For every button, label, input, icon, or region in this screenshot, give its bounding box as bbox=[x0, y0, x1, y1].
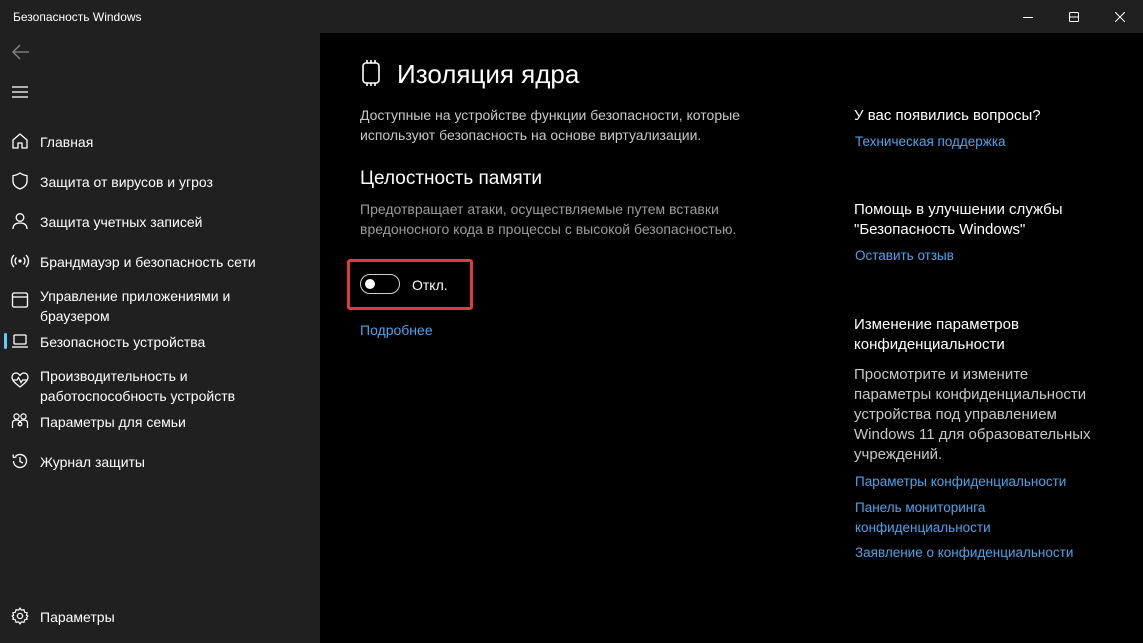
privacy-heading: Изменение параметров конфиденциальности bbox=[854, 316, 1019, 353]
minimize-button-container[interactable] bbox=[1005, 0, 1051, 33]
sidebar-item-firewall[interactable]: Брандмауэр и безопасность сети bbox=[0, 251, 320, 273]
page-title: Изоляция ядра bbox=[397, 59, 580, 89]
sidebar-item-label: Параметры для семьи bbox=[40, 414, 186, 430]
privacy-dashboard-link[interactable]: Панель мониторинга конфиденциальности bbox=[855, 498, 1025, 538]
toggle-knob bbox=[365, 279, 375, 289]
page-description: Доступные на устройстве функции безопасн… bbox=[360, 107, 740, 143]
support-link[interactable]: Техническая поддержка bbox=[855, 132, 1115, 152]
privacy-description: Просмотрите и измените параметры конфиде… bbox=[854, 366, 1091, 463]
shield-icon bbox=[12, 172, 28, 190]
feedback-link[interactable]: Оставить отзыв bbox=[855, 246, 1115, 266]
hamburger-icon bbox=[12, 86, 28, 98]
sidebar-item-label: Брандмауэр и безопасность сети bbox=[40, 254, 256, 270]
heart-pulse-icon bbox=[11, 372, 29, 388]
improve-heading: Помощь в улучшении службы "Безопасность … bbox=[854, 201, 1063, 238]
sidebar-item-app-browser-control[interactable]: Управление приложениями и браузером bbox=[0, 285, 320, 329]
back-arrow-icon bbox=[12, 44, 29, 60]
sidebar-item-device-security[interactable]: Безопасность устройства bbox=[0, 331, 320, 353]
maximize-button[interactable] bbox=[1051, 0, 1097, 33]
sidebar-item-virus-protection[interactable]: Защита от вирусов и угроз bbox=[0, 171, 320, 193]
sidebar-item-label: Защита учетных записей bbox=[40, 214, 203, 230]
sidebar-item-label: Журнал защиты bbox=[40, 454, 145, 470]
family-icon bbox=[11, 413, 29, 428]
sidebar-item-label: Главная bbox=[40, 134, 94, 150]
close-icon bbox=[1115, 11, 1125, 22]
back-button[interactable] bbox=[10, 41, 32, 63]
home-icon bbox=[12, 133, 28, 149]
privacy-statement-link[interactable]: Заявление о конфиденциальности bbox=[855, 543, 1115, 563]
person-icon bbox=[12, 213, 28, 230]
main-content: Изоляция ядра Доступные на устройстве фу… bbox=[320, 33, 1143, 643]
sidebar-item-account-protection[interactable]: Защита учетных записей bbox=[0, 211, 320, 233]
title-bar: Безопасность Windows bbox=[0, 0, 1143, 33]
sidebar-item-device-performance[interactable]: Производительность и работоспособность у… bbox=[0, 365, 320, 409]
hamburger-menu-button[interactable] bbox=[10, 81, 32, 103]
sidebar-item-label: Производительность и работоспособность у… bbox=[40, 368, 236, 404]
core-isolation-chip-icon bbox=[362, 60, 380, 86]
app-browser-icon bbox=[11, 292, 29, 308]
questions-heading: У вас появились вопросы? bbox=[854, 107, 1041, 124]
maximize-icon bbox=[1069, 11, 1079, 22]
toggle-state-label: Откл. bbox=[412, 277, 448, 293]
sidebar-item-home[interactable]: Главная bbox=[0, 131, 320, 153]
sidebar: Главная Защита от вирусов и угроз Защита… bbox=[0, 33, 320, 643]
section-title: Целостность памяти bbox=[360, 168, 543, 189]
laptop-icon bbox=[12, 334, 28, 348]
sidebar-item-label: Параметры bbox=[40, 609, 115, 625]
window-title: Безопасность Windows bbox=[13, 10, 142, 24]
history-icon bbox=[12, 453, 28, 469]
sidebar-item-family-options[interactable]: Параметры для семьи bbox=[0, 411, 320, 433]
sidebar-item-label: Управление приложениями и браузером bbox=[40, 288, 231, 324]
close-button[interactable] bbox=[1097, 0, 1143, 33]
sidebar-item-label: Безопасность устройства bbox=[40, 334, 206, 350]
minimize-icon bbox=[1023, 16, 1033, 18]
sidebar-item-settings[interactable]: Параметры bbox=[0, 606, 320, 628]
memory-integrity-toggle[interactable] bbox=[360, 274, 400, 294]
wireless-icon bbox=[10, 254, 30, 268]
section-description: Предотвращает атаки, осуществляемые путе… bbox=[360, 201, 737, 237]
learn-more-link[interactable]: Подробнее bbox=[360, 320, 433, 340]
sidebar-item-protection-history[interactable]: Журнал защиты bbox=[0, 451, 320, 473]
privacy-settings-link[interactable]: Параметры конфиденциальности bbox=[855, 472, 1115, 492]
sidebar-item-label: Защита от вирусов и угроз bbox=[40, 174, 213, 190]
gear-icon bbox=[11, 607, 29, 625]
